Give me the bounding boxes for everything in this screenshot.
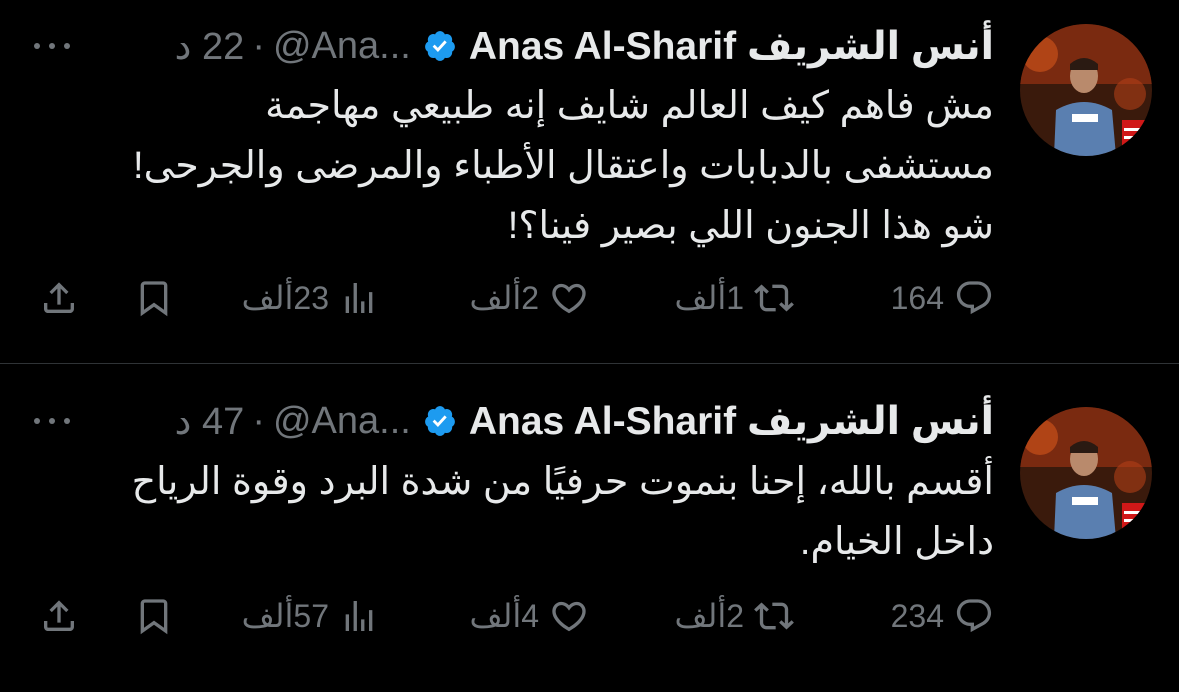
tweet-text: مش فاهم كيف العالم شايف إنه طبيعي مهاجمة… [30,76,994,256]
verified-badge-icon [424,406,455,436]
tweet-line: داخل الخيام. [799,521,994,563]
like-icon [552,601,586,632]
tweet-line: مستشفى بالدبابات واعتقال الأطباء والمرضى… [133,145,994,187]
tweet-line: شو هذا الجنون اللي بصير فينا؟! [507,205,994,247]
reply-button[interactable]: 164 [891,268,994,328]
reply-count: 164 [890,279,944,316]
repost-count: 2ألف [674,598,744,634]
like-button[interactable]: 2ألف [469,268,589,328]
views-button[interactable]: 23ألف [242,268,379,328]
timestamp[interactable]: 22 د [175,24,245,69]
reply-count: 234 [890,597,944,634]
views-icon [345,601,373,631]
timestamp[interactable]: 47 د [175,399,245,444]
bookmark-button[interactable] [134,586,174,646]
share-icon [44,600,74,631]
tweet-line: أقسم بالله، إحنا بنموت حرفيًا من شدة الب… [131,461,994,503]
tweet-header: أنس الشريف Anas Al-Sharif @Ana... · 22 د [30,22,994,70]
tweet-header: أنس الشريف Anas Al-Sharif @Ana... · 47 د [30,397,994,445]
repost-icon [754,284,794,312]
author-name[interactable]: أنس الشريف Anas Al-Sharif [469,24,994,69]
share-icon [44,282,74,313]
repost-icon [754,602,794,630]
tweet-line: مش فاهم كيف العالم شايف إنه طبيعي مهاجمة [265,85,994,127]
author-name[interactable]: أنس الشريف Anas Al-Sharif [469,399,994,444]
like-button[interactable]: 4ألف [469,586,589,646]
like-icon [552,283,586,314]
handle[interactable]: @Ana... [273,25,411,68]
like-count: 2ألف [469,280,539,316]
action-bar: 164 1ألف 2ألف 23ألف [28,268,994,328]
tweet-text: أقسم بالله، إحنا بنموت حرفيًا من شدة الب… [30,452,994,572]
views-count: 23ألف [241,280,329,316]
repost-button[interactable]: 1ألف [674,268,794,328]
tweet[interactable]: أنس الشريف Anas Al-Sharif @Ana... · 22 د… [0,0,1179,364]
repost-count: 1ألف [674,280,744,316]
handle[interactable]: @Ana... [273,400,411,443]
share-button[interactable] [39,586,79,646]
more-icon[interactable] [30,418,70,424]
verified-badge-icon [424,31,455,61]
like-count: 4ألف [469,598,539,634]
avatar[interactable] [1020,407,1152,539]
more-icon[interactable] [30,43,70,49]
views-button[interactable]: 57ألف [242,586,379,646]
reply-icon [956,281,992,315]
views-icon [345,283,373,313]
bookmark-icon [140,281,168,317]
repost-button[interactable]: 2ألف [674,586,794,646]
bookmark-icon [140,599,168,635]
reply-icon [956,599,992,633]
separator: · [252,399,265,442]
views-count: 57ألف [241,598,329,634]
separator: · [252,24,265,67]
avatar[interactable] [1020,24,1152,156]
share-button[interactable] [39,268,79,328]
reply-button[interactable]: 234 [891,586,994,646]
bookmark-button[interactable] [134,268,174,328]
tweet[interactable]: أنس الشريف Anas Al-Sharif @Ana... · 47 د… [0,364,1179,692]
action-bar: 234 2ألف 4ألف 57ألف [28,586,994,646]
